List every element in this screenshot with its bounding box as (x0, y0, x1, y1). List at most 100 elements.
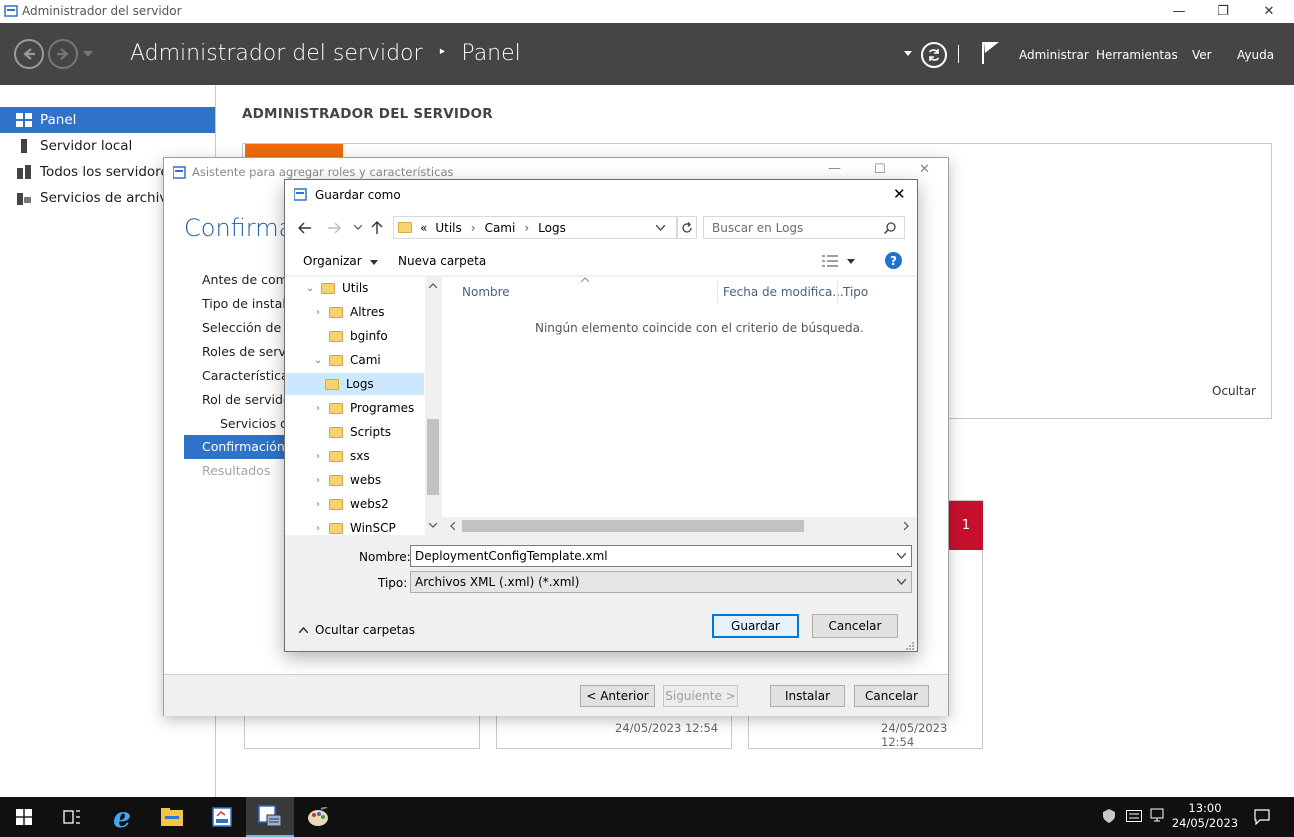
chevron-down-icon[interactable]: ⌄ (311, 355, 325, 366)
view-dropdown-icon[interactable] (847, 259, 855, 264)
scroll-down-icon[interactable] (429, 523, 437, 528)
security-shield-icon[interactable] (1102, 809, 1116, 823)
tree-item-bginfo[interactable]: bginfo (311, 325, 423, 347)
tree-scrollbar[interactable] (425, 277, 441, 535)
address-dropdown-icon[interactable] (656, 225, 665, 231)
wizard-step[interactable]: Roles de servidor (184, 340, 284, 364)
tree-item-cami[interactable]: ⌄ Cami (311, 349, 423, 371)
notifications-flag-icon[interactable] (981, 40, 1001, 64)
search-input[interactable]: Buscar en Logs (703, 216, 905, 239)
tree-item-altres[interactable]: › Altres (311, 301, 423, 323)
refresh-button[interactable] (677, 216, 697, 239)
start-button[interactable] (0, 797, 48, 837)
view-options-icon[interactable] (822, 255, 838, 267)
tree-item-winscp[interactable]: › WinSCP (311, 517, 423, 535)
scroll-up-icon[interactable] (429, 283, 437, 288)
filename-input[interactable]: DeploymentConfigTemplate.xml (410, 545, 912, 567)
forward-button[interactable] (48, 39, 78, 69)
h-scroll-thumb[interactable] (462, 520, 804, 532)
chevron-right-icon[interactable]: › (311, 475, 325, 486)
save-button[interactable]: Guardar (712, 614, 799, 638)
back-arrow-icon[interactable] (298, 222, 312, 234)
wizard-step[interactable]: Selección de servidor (184, 316, 284, 340)
sidebar-item-local-server[interactable]: Servidor local (0, 133, 215, 159)
wizard-step[interactable]: Tipo de instalación (184, 292, 284, 316)
address-part-utils[interactable]: Utils (435, 221, 461, 235)
refresh-button[interactable] (921, 42, 947, 68)
tree-item-utils[interactable]: ⌄ Utils (303, 277, 423, 299)
keyboard-icon[interactable] (1126, 810, 1142, 822)
restore-button[interactable]: ❐ (1200, 0, 1246, 23)
wizard-close-icon[interactable]: ✕ (919, 162, 930, 177)
menu-ayuda[interactable]: Ayuda (1237, 48, 1274, 62)
scroll-right-icon[interactable] (904, 522, 909, 530)
breadcrumb: Administrador del servidor ‣ Panel (130, 41, 521, 66)
save-as-close-icon[interactable]: ✕ (893, 185, 906, 203)
hide-link[interactable]: Ocultar (1212, 384, 1256, 398)
chevron-right-icon[interactable]: › (311, 403, 325, 414)
back-button[interactable] (14, 39, 44, 69)
address-bar[interactable]: « Utils › Cami › Logs (393, 216, 677, 239)
chevron-right-icon[interactable]: › (311, 451, 325, 462)
hide-folders-button[interactable]: Ocultar carpetas (299, 623, 415, 637)
menu-herramientas[interactable]: Herramientas (1096, 48, 1178, 62)
install-button[interactable]: Instalar (770, 685, 845, 707)
wizard-step-current[interactable]: Confirmación (184, 435, 284, 459)
wizard-step[interactable]: Antes de comenzar (184, 268, 284, 292)
wizard-step[interactable]: Características (184, 364, 284, 388)
wizard-maximize-icon[interactable]: ☐ (874, 162, 886, 177)
previous-button[interactable]: < Anterior (580, 685, 655, 707)
taskbar-paint[interactable] (294, 797, 342, 837)
column-header-date[interactable]: Fecha de modifica... (723, 285, 844, 299)
tree-item-scripts[interactable]: Scripts (311, 421, 423, 443)
menu-ver[interactable]: Ver (1192, 48, 1212, 62)
minimize-button[interactable]: — (1156, 0, 1202, 23)
dropdown-arrow-icon[interactable] (904, 51, 912, 56)
new-folder-button[interactable]: Nueva carpeta (398, 254, 486, 268)
chevron-right-icon[interactable]: › (311, 523, 325, 534)
tree-scroll-thumb[interactable] (427, 419, 439, 495)
save-as-cancel-button[interactable]: Cancelar (812, 614, 898, 638)
address-part-cami[interactable]: Cami (485, 221, 516, 235)
chevron-right-icon[interactable]: › (311, 307, 325, 318)
alert-count-badge[interactable]: 1 (949, 501, 983, 550)
tree-item-programes[interactable]: › Programes (311, 397, 423, 419)
history-dropdown-icon[interactable] (83, 51, 93, 57)
chevron-down-icon[interactable]: ⌄ (303, 283, 317, 294)
tree-item-webs[interactable]: › webs (311, 469, 423, 491)
wizard-cancel-button[interactable]: Cancelar (854, 685, 929, 707)
menu-administrar[interactable]: Administrar (1019, 48, 1089, 62)
task-view-button[interactable] (48, 797, 96, 837)
column-header-name[interactable]: Nombre (462, 285, 510, 299)
wizard-minimize-icon[interactable]: — (828, 161, 841, 176)
folder-tree: ⌄ Utils › Altres bginfo ⌄ Cami Logs › Pr (285, 277, 441, 535)
close-button[interactable]: ✕ (1246, 0, 1292, 23)
resize-grip-icon[interactable] (905, 641, 915, 651)
network-icon[interactable] (1150, 808, 1166, 824)
help-icon[interactable]: ? (885, 252, 902, 269)
sidebar-item-panel[interactable]: Panel (0, 107, 215, 133)
tree-item-webs2[interactable]: › webs2 (311, 493, 423, 515)
up-arrow-icon[interactable] (371, 221, 383, 235)
recent-locations-chevron-icon[interactable] (354, 225, 362, 230)
action-center-icon[interactable] (1254, 809, 1270, 825)
taskbar-server-manager[interactable] (246, 797, 294, 837)
taskbar-file-explorer[interactable] (148, 797, 196, 837)
chevron-down-icon[interactable] (897, 553, 906, 559)
scroll-left-icon[interactable] (450, 522, 455, 530)
list-h-scrollbar[interactable] (442, 517, 916, 535)
column-header-type[interactable]: Tipo (843, 285, 868, 299)
file-type-select[interactable]: Archivos XML (.xml) (*.xml) (410, 571, 912, 593)
taskbar-internet-explorer[interactable]: e (98, 797, 146, 837)
organize-button[interactable]: Organizar (303, 254, 378, 268)
taskbar-clock[interactable]: 13:00 24/05/2023 (1170, 801, 1240, 831)
address-part-logs[interactable]: Logs (538, 221, 566, 235)
tree-item-logs[interactable]: Logs (285, 373, 424, 395)
wizard-step[interactable]: Servicios de rol (184, 412, 284, 436)
chevron-right-icon[interactable]: › (311, 499, 325, 510)
minimize-icon: — (1172, 4, 1186, 19)
taskbar-app[interactable] (198, 797, 246, 837)
wizard-step[interactable]: Rol de servidor web (184, 388, 284, 412)
address-overflow[interactable]: « (420, 221, 427, 235)
tree-item-sxs[interactable]: › sxs (311, 445, 423, 467)
